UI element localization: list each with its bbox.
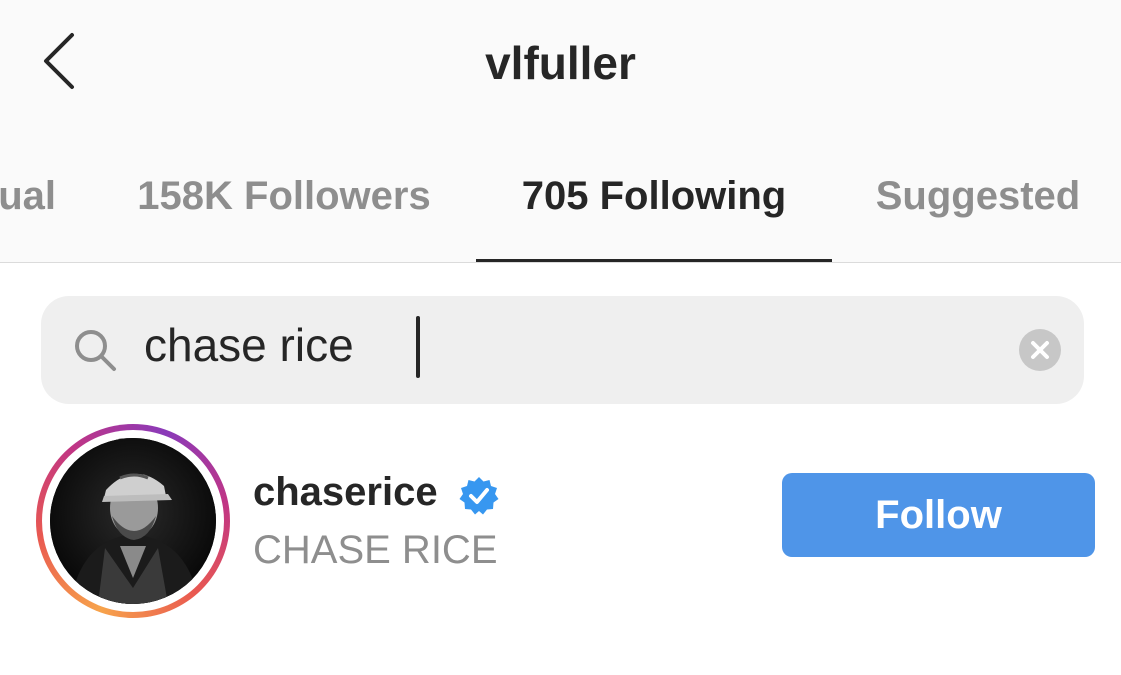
follow-button[interactable]: Follow xyxy=(782,473,1095,557)
avatar xyxy=(50,438,216,604)
tab-suggested[interactable]: Suggested xyxy=(866,150,1090,262)
tab-following[interactable]: 705 Following xyxy=(476,150,832,262)
tab-mutual[interactable]: ual xyxy=(0,150,56,262)
tab-suggested-label: Suggested xyxy=(875,174,1081,218)
search-input[interactable]: chase rice xyxy=(144,318,354,372)
list-item[interactable]: chaserice CHASE RICE Follow xyxy=(0,420,1121,630)
tab-mutual-label: ual xyxy=(0,174,56,218)
text-cursor xyxy=(416,316,420,378)
result-full-name: CHASE RICE xyxy=(253,528,498,572)
tab-followers[interactable]: 158K Followers xyxy=(128,150,440,262)
tab-bar: ual 158K Followers 705 Following Suggest… xyxy=(0,150,1121,262)
tab-followers-label: 158K Followers xyxy=(137,174,431,218)
tab-following-label: 705 Following xyxy=(521,174,787,218)
avatar-photo-icon xyxy=(50,438,216,604)
story-ring[interactable] xyxy=(36,424,230,618)
search-icon xyxy=(75,330,116,371)
top-header: vlfuller ual 158K Followers 705 Followin… xyxy=(0,0,1121,263)
clear-icon xyxy=(1031,341,1049,359)
search-bar[interactable]: chase rice xyxy=(41,296,1084,404)
page-title: vlfuller xyxy=(485,37,636,89)
result-username[interactable]: chaserice xyxy=(253,470,438,515)
clear-search-button[interactable] xyxy=(1019,329,1061,371)
verified-badge-icon xyxy=(459,477,499,515)
